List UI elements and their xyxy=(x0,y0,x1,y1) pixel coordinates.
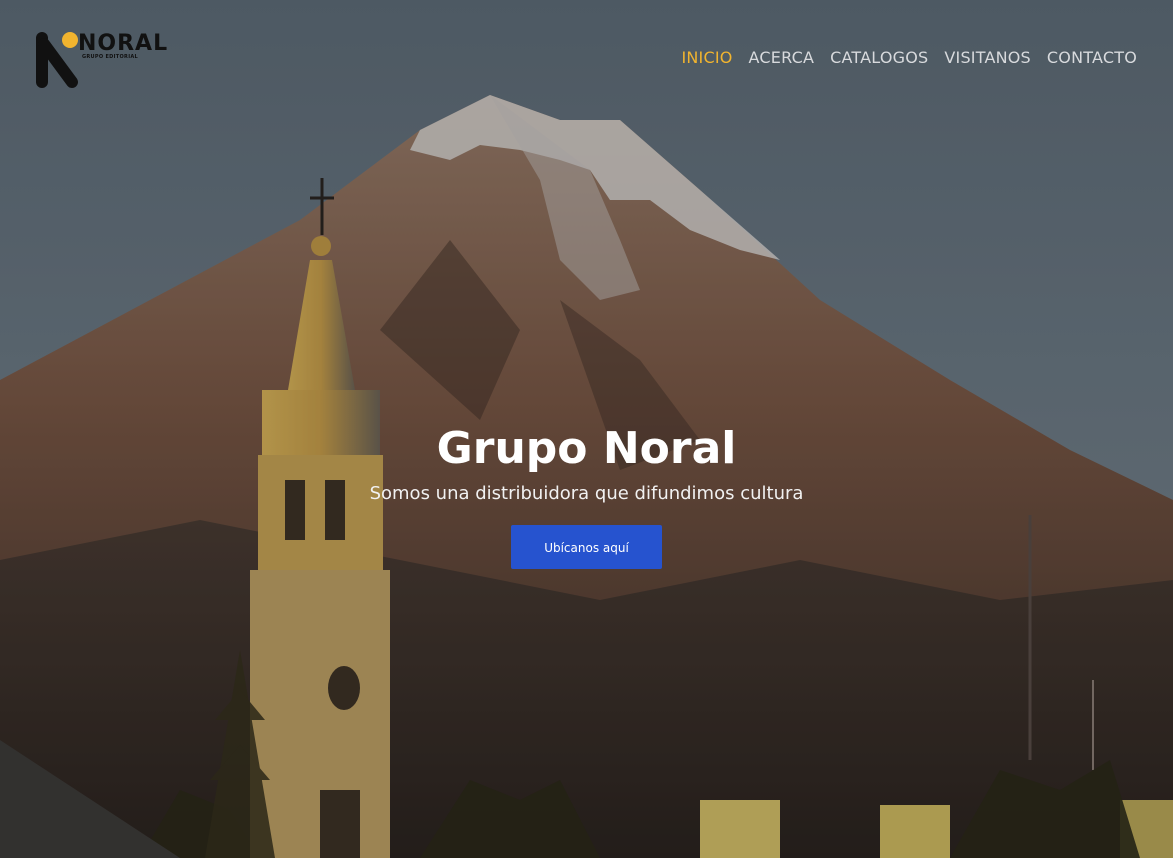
nav-item-inicio[interactable]: INICIO xyxy=(681,48,732,67)
brand-logo[interactable]: NORAL GRUPO EDITORIAL xyxy=(34,30,167,90)
logo-subtitle: GRUPO EDITORIAL xyxy=(82,54,139,60)
nav-item-visitanos[interactable]: VISITANOS xyxy=(944,48,1031,67)
logo-wordmark: NORAL xyxy=(78,31,169,56)
locate-us-button[interactable]: Ubícanos aquí xyxy=(511,525,662,569)
hero-content: Grupo Noral Somos una distribuidora que … xyxy=(0,420,1173,569)
hero-title: Grupo Noral xyxy=(436,423,737,474)
hero-section: NORAL GRUPO EDITORIAL INICIO ACERCA CATA… xyxy=(0,0,1173,858)
logo-n-icon xyxy=(36,32,78,88)
nav-item-acerca[interactable]: ACERCA xyxy=(749,48,815,67)
main-navigation: INICIO ACERCA CATALOGOS VISITANOS CONTAC… xyxy=(681,48,1137,67)
hero-subtitle: Somos una distribuidora que difundimos c… xyxy=(369,483,804,504)
nav-item-contacto[interactable]: CONTACTO xyxy=(1047,48,1137,67)
nav-item-catalogos[interactable]: CATALOGOS xyxy=(830,48,928,67)
